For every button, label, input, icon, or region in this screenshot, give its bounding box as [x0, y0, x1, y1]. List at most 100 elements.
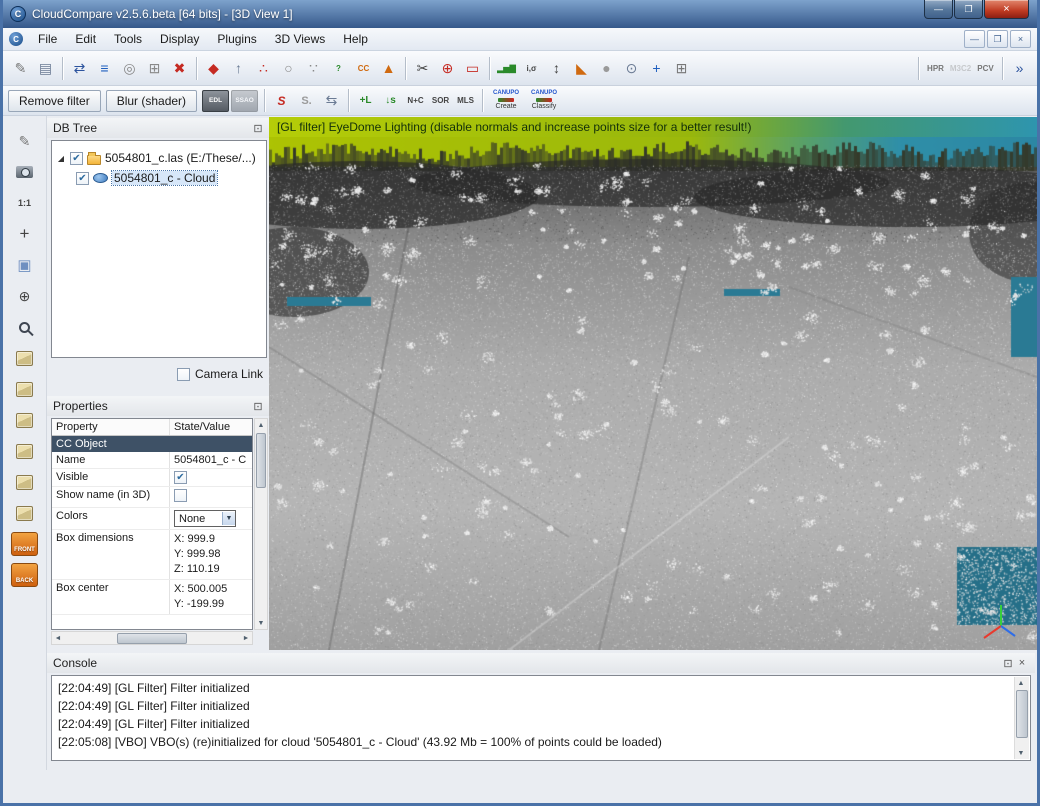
- menu-file[interactable]: File: [29, 29, 66, 49]
- view-bottom-icon[interactable]: [11, 500, 39, 526]
- edl-filter-icon[interactable]: EDL: [202, 90, 229, 112]
- view-right-icon[interactable]: [11, 438, 39, 464]
- menu-help[interactable]: Help: [334, 29, 377, 49]
- merge-icon[interactable]: ⊞: [142, 56, 167, 81]
- pcl-normals-curvature-icon[interactable]: N+C: [403, 88, 428, 113]
- qranging-plugin-icon[interactable]: ⇆: [319, 88, 344, 113]
- pcl-plus-l-icon[interactable]: +L: [353, 88, 378, 113]
- restore-button[interactable]: ❐: [954, 0, 983, 19]
- view-left-icon[interactable]: [11, 407, 39, 433]
- clipping-box-icon[interactable]: ▭: [460, 56, 485, 81]
- sf-histogram-icon[interactable]: ▂▅▇: [494, 56, 519, 81]
- mesh-sampling-icon[interactable]: ○: [276, 56, 301, 81]
- colors-dropdown[interactable]: None ▼: [174, 510, 236, 527]
- ssao-filter-icon[interactable]: SSAO: [231, 90, 258, 112]
- primitive-factory-icon[interactable]: ▲: [376, 56, 401, 81]
- view-back-icon[interactable]: [11, 376, 39, 402]
- pick-rotation-center-icon[interactable]: ✎: [11, 128, 39, 154]
- m3c2-plugin-icon[interactable]: M3C2: [948, 56, 973, 81]
- toolbar-overflow-chevron[interactable]: »: [1007, 56, 1032, 81]
- cloud-checkbox[interactable]: ✔: [76, 172, 89, 185]
- zoom-magnifier-icon[interactable]: [11, 314, 39, 340]
- iso-front-icon[interactable]: FRONT: [11, 531, 39, 557]
- set-color-icon[interactable]: ◆: [201, 56, 226, 81]
- menu-3d-views[interactable]: 3D Views: [266, 29, 334, 49]
- translate-rotate-icon[interactable]: ⊕: [435, 56, 460, 81]
- 3d-view[interactable]: [GL filter] EyeDome Lighting (disable no…: [269, 117, 1037, 650]
- menu-plugins[interactable]: Plugins: [208, 29, 265, 49]
- compute-normals-icon[interactable]: ↑: [226, 56, 251, 81]
- scroll-down-icon[interactable]: ▼: [1015, 747, 1027, 759]
- scroll-left-icon[interactable]: ◄: [52, 632, 64, 644]
- subsample-icon[interactable]: ∵: [301, 56, 326, 81]
- color-scale-icon[interactable]: ◣: [569, 56, 594, 81]
- zoom-1-1-icon[interactable]: 1:1: [11, 190, 39, 216]
- canupo-classify-icon[interactable]: CANUPO Classify: [525, 88, 563, 114]
- scrollbar-thumb[interactable]: [256, 433, 266, 488]
- qsra-plugin-icon[interactable]: S: [269, 88, 294, 113]
- zoom-center-crosshair-icon[interactable]: +: [11, 221, 39, 247]
- close-button[interactable]: ×: [984, 0, 1029, 19]
- properties-vertical-scrollbar[interactable]: ▲ ▼: [254, 418, 268, 630]
- camera-link-checkbox[interactable]: [177, 368, 190, 381]
- show-name-checkbox[interactable]: [174, 489, 187, 502]
- global-zoom-icon[interactable]: ▣: [11, 252, 39, 278]
- sf-statistics-icon[interactable]: i,σ: [519, 56, 544, 81]
- mdi-close-button[interactable]: ×: [1010, 30, 1031, 48]
- expander-icon[interactable]: ◢: [56, 154, 66, 163]
- pcl-down-s-icon[interactable]: ↓s: [378, 88, 403, 113]
- mdi-restore-button[interactable]: ❐: [987, 30, 1008, 48]
- properties-float-icon[interactable]: ⊡: [251, 400, 265, 413]
- clone-icon[interactable]: ⇄: [67, 56, 92, 81]
- octree-icon[interactable]: ∴: [251, 56, 276, 81]
- mdi-minimize-button[interactable]: —: [964, 30, 985, 48]
- console-close-icon[interactable]: ×: [1015, 657, 1029, 669]
- cloud-cloud-distance-icon[interactable]: CC: [351, 56, 376, 81]
- qpoisson-plugin-icon[interactable]: S.: [294, 88, 319, 113]
- scroll-down-icon[interactable]: ▼: [255, 617, 267, 629]
- pcl-sor-filter-icon[interactable]: SOR: [428, 88, 453, 113]
- console-log[interactable]: [22:04:49] [GL Filter] Filter initialize…: [51, 675, 1031, 761]
- delete-icon[interactable]: ✖: [167, 56, 192, 81]
- sensor-icon[interactable]: ⊙: [619, 56, 644, 81]
- pcl-mls-icon[interactable]: MLS: [453, 88, 478, 113]
- title-bar[interactable]: C CloudCompare v2.5.6.beta [64 bits] - […: [3, 0, 1037, 28]
- hpr-plugin-icon[interactable]: HPR: [923, 56, 948, 81]
- menu-tools[interactable]: Tools: [105, 29, 151, 49]
- menu-display[interactable]: Display: [151, 29, 208, 49]
- mdi-child-icon[interactable]: C: [9, 32, 23, 46]
- properties-horizontal-scrollbar[interactable]: ◄ ►: [51, 631, 253, 645]
- minimize-button[interactable]: —: [924, 0, 953, 19]
- console-vertical-scrollbar[interactable]: ▲ ▼: [1014, 677, 1029, 759]
- tree-row-cloud[interactable]: ✔ 5054801_c - Cloud: [52, 168, 266, 188]
- scrollbar-thumb[interactable]: [117, 633, 187, 644]
- canupo-create-icon[interactable]: CANUPO Create: [487, 88, 525, 114]
- scrollbar-thumb[interactable]: [1016, 690, 1028, 738]
- scroll-right-icon[interactable]: ►: [240, 632, 252, 644]
- pivot-visibility-icon[interactable]: ⊕: [11, 283, 39, 309]
- properties-list-icon[interactable]: ≡: [92, 56, 117, 81]
- sf-min-max-icon[interactable]: ↕: [544, 56, 569, 81]
- sphere-icon[interactable]: ●: [594, 56, 619, 81]
- visible-checkbox[interactable]: ✔: [174, 471, 187, 484]
- segment-scissors-icon[interactable]: ✂: [410, 56, 435, 81]
- rasterize-grid-icon[interactable]: ⊞: [669, 56, 694, 81]
- menu-edit[interactable]: Edit: [66, 29, 105, 49]
- view-top-icon[interactable]: [11, 469, 39, 495]
- point-picking-icon[interactable]: ◎: [117, 56, 142, 81]
- db-tree-view[interactable]: ◢ ✔ 5054801_c.las (E:/These/...) ✔ 50548…: [51, 140, 267, 358]
- pcv-plugin-icon[interactable]: PCV: [973, 56, 998, 81]
- console-float-icon[interactable]: ⊡: [1001, 657, 1015, 670]
- blur-shader-button[interactable]: Blur (shader): [106, 90, 197, 112]
- open-icon[interactable]: ✎: [8, 56, 33, 81]
- tree-row-root[interactable]: ◢ ✔ 5054801_c.las (E:/These/...): [52, 148, 266, 168]
- db-tree-float-icon[interactable]: ⊡: [251, 122, 265, 135]
- point-cloud-render[interactable]: [269, 137, 1037, 650]
- scroll-up-icon[interactable]: ▲: [255, 419, 267, 431]
- add-icon[interactable]: +: [644, 56, 669, 81]
- remove-filter-button[interactable]: Remove filter: [8, 90, 101, 112]
- screenshot-camera-icon[interactable]: [11, 159, 39, 185]
- iso-back-icon[interactable]: BACK: [11, 562, 39, 588]
- root-checkbox[interactable]: ✔: [70, 152, 83, 165]
- compute-stats-icon[interactable]: ?: [326, 56, 351, 81]
